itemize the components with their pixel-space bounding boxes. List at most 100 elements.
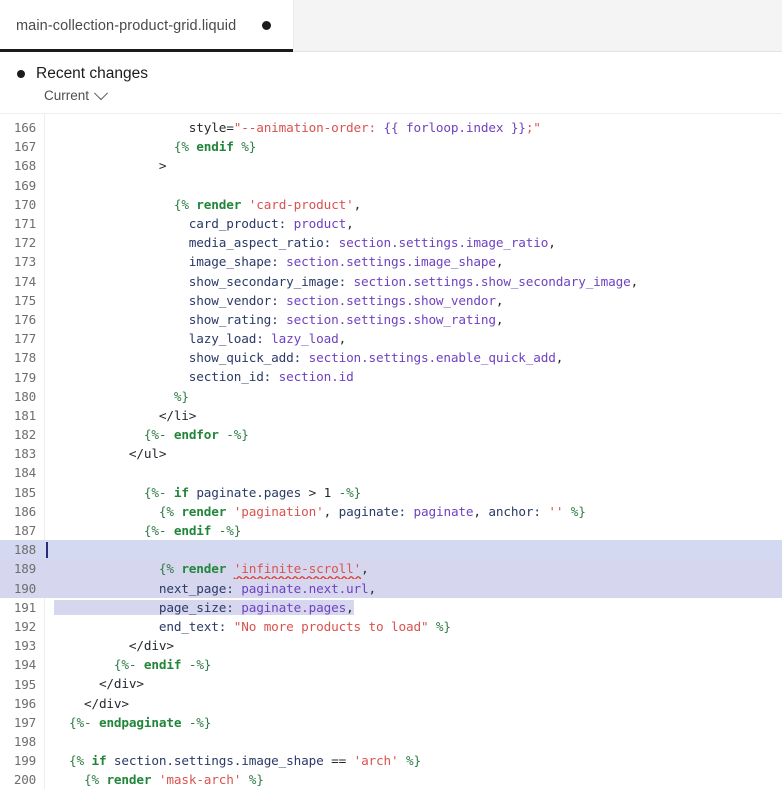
code-token: , (630, 273, 639, 289)
code-line[interactable]: 184 (0, 463, 782, 482)
code-line[interactable]: 172 media_aspect_ratio: section.settings… (0, 233, 782, 252)
code-line[interactable]: 199 {% if section.settings.image_shape =… (0, 751, 782, 770)
tab-strip-empty-area (294, 0, 782, 51)
code-token: section.settings.show_secondary_image (353, 273, 631, 289)
code-line[interactable]: 183 </ul> (0, 444, 782, 463)
code-line[interactable]: 187 {%- endif -%} (0, 521, 782, 540)
code-line[interactable]: 178 show_quick_add: section.settings.ena… (0, 348, 782, 367)
code-line[interactable]: 166 style="--animation-order: {{ forloop… (0, 118, 782, 137)
code-token: render (181, 503, 227, 519)
code-lines-container: 166 style="--animation-order: {{ forloop… (0, 114, 782, 789)
code-line[interactable]: 180 %} (0, 387, 782, 406)
code-token: 'infinite-scroll' (233, 561, 362, 577)
code-token: {% (158, 561, 182, 577)
code-line[interactable]: 171 card_product: product, (0, 214, 782, 233)
code-line[interactable]: 169 (0, 176, 782, 195)
code-token: lazy_load: (188, 331, 272, 347)
code-token: , (346, 599, 354, 615)
code-line-content: section_id: section.id (45, 367, 782, 386)
code-token: , (368, 580, 377, 596)
code-token: == (331, 753, 347, 769)
code-token: {%- (143, 522, 174, 538)
line-number: 197 (13, 714, 36, 730)
code-line[interactable]: 192 end_text: "No more products to load"… (0, 617, 782, 636)
code-line[interactable]: 168 > (0, 156, 782, 175)
code-line-content: {%- endfor -%} (45, 425, 782, 444)
recent-changes-header: Recent changes (14, 64, 782, 84)
line-number: 190 (13, 580, 36, 596)
code-line[interactable]: 191 page_size: paginate.pages, (0, 598, 782, 617)
code-token: section.settings.enable_quick_add (308, 350, 556, 366)
code-line[interactable]: 176 show_rating: section.settings.show_r… (0, 310, 782, 329)
code-line-content: </li> (45, 406, 782, 425)
code-line[interactable]: 193 </div> (0, 636, 782, 655)
code-line[interactable]: 189 {% render 'infinite-scroll', (0, 559, 782, 579)
code-line[interactable]: 173 image_shape: section.settings.image_… (0, 252, 782, 271)
line-number: 172 (13, 235, 36, 251)
code-token: -%} (181, 714, 212, 730)
code-token: </ul> (128, 446, 167, 462)
code-token: > 1 (308, 484, 332, 500)
code-line[interactable]: 196 </div> (0, 694, 782, 713)
line-number: 174 (13, 273, 36, 289)
code-line[interactable]: 185 {%- if paginate.pages > 1 -%} (0, 483, 782, 502)
tab-main-collection-product-grid[interactable]: main-collection-product-grid.liquid (0, 0, 295, 52)
code-line[interactable]: 174 show_secondary_image: section.settin… (0, 272, 782, 291)
code-token: , (495, 254, 504, 270)
code-line[interactable]: 179 section_id: section.id (0, 367, 782, 386)
line-number: 185 (13, 484, 36, 500)
code-token: %} (173, 388, 189, 404)
code-token: section.settings.image_ratio (338, 235, 549, 251)
code-token: -%} (331, 484, 362, 500)
code-line[interactable]: 200 {% render 'mask-arch' %} (0, 770, 782, 789)
code-line[interactable]: 167 {% endif %} (0, 137, 782, 156)
code-token: product (293, 215, 347, 231)
code-line[interactable]: 194 {%- endif -%} (0, 655, 782, 674)
code-token: paginate.pages (188, 484, 309, 500)
code-line[interactable]: 175 show_vendor: section.settings.show_v… (0, 291, 782, 310)
recent-changes-title: Recent changes (36, 65, 149, 82)
code-line[interactable]: 177 lazy_load: lazy_load, (0, 329, 782, 348)
code-token: {% (173, 139, 197, 155)
code-line-content: {% render 'mask-arch' %} (45, 770, 782, 789)
code-token: end_text: (158, 618, 234, 634)
code-token: "--animation-order: (233, 120, 384, 135)
code-editor[interactable]: 166 style="--animation-order: {{ forloop… (0, 114, 782, 789)
line-number: 176 (13, 311, 36, 327)
code-line[interactable]: 190 next_page: paginate.next.url, (0, 578, 782, 598)
chevron-down-icon (93, 85, 109, 100)
line-number: 177 (13, 331, 36, 347)
code-token: </li> (158, 407, 197, 423)
code-line[interactable]: 198 (0, 732, 782, 751)
code-token: 'mask-arch' (158, 772, 242, 788)
code-token: endif (196, 139, 234, 155)
code-line[interactable]: 195 </div> (0, 674, 782, 693)
code-line-content: {%- endpaginate -%} (45, 713, 782, 732)
version-selector[interactable]: Current (14, 85, 109, 103)
code-line[interactable]: 181 </li> (0, 406, 782, 425)
code-line[interactable]: 188 (0, 540, 782, 560)
text-cursor (46, 541, 48, 558)
code-line[interactable]: 197 {%- endpaginate -%} (0, 713, 782, 732)
code-line[interactable]: 170 {% render 'card-product', (0, 195, 782, 214)
code-token: lazy_load (271, 331, 339, 347)
code-token: , (346, 215, 354, 231)
code-token: , (473, 503, 489, 519)
code-token: 'pagination' (233, 503, 324, 519)
code-token: {% (158, 503, 182, 519)
line-number: 199 (13, 753, 36, 769)
code-line[interactable]: 186 {% render 'pagination', paginate: pa… (0, 502, 782, 521)
code-line[interactable]: 182 {%- endfor -%} (0, 425, 782, 444)
code-token: paginate.pages (241, 599, 347, 615)
code-token: </div> (98, 676, 144, 692)
code-token: , (555, 350, 564, 366)
code-token: , (361, 561, 369, 577)
code-token: if (91, 753, 107, 769)
code-line-content: %} (45, 387, 782, 406)
code-token: %} (233, 139, 257, 155)
code-token: 'card-product' (248, 196, 354, 212)
code-line-content: </div> (45, 636, 782, 655)
line-number: 187 (13, 523, 36, 539)
tab-label: main-collection-product-grid.liquid (16, 17, 237, 34)
code-token: {%- (113, 657, 144, 673)
